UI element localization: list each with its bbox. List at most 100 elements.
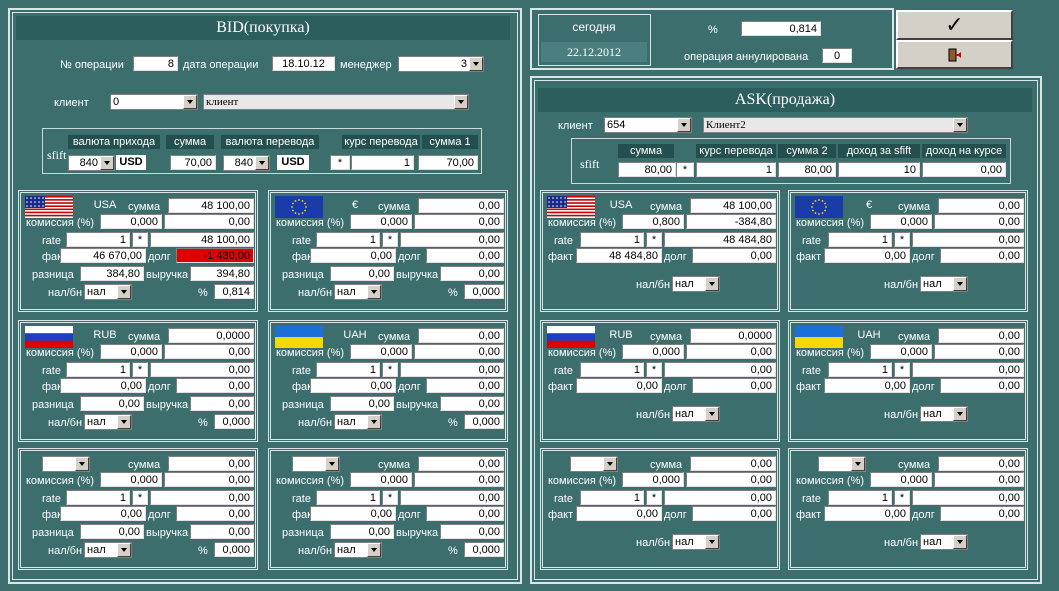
rate-value-field[interactable]: 0,00 bbox=[150, 362, 254, 377]
commission-pct-field[interactable]: 0,000 bbox=[350, 472, 412, 487]
payment-select[interactable]: нал bbox=[920, 534, 968, 550]
rate-value-field[interactable]: 0,00 bbox=[912, 362, 1024, 377]
pct-field[interactable]: 0,000 bbox=[214, 414, 254, 429]
commission-pct-field[interactable]: 0,000 bbox=[870, 214, 932, 229]
sum-field[interactable]: 0,00 bbox=[690, 456, 776, 471]
fact-field[interactable]: 0,00 bbox=[824, 506, 910, 521]
rate-field[interactable]: 1 bbox=[828, 490, 892, 505]
fact-field[interactable]: 0,00 bbox=[310, 378, 396, 393]
bid-sum-field[interactable]: 70,00 bbox=[170, 155, 216, 170]
debt-field[interactable]: 0,00 bbox=[426, 248, 504, 263]
ask-inc2-field[interactable]: 0,00 bbox=[922, 162, 1006, 177]
chevron-down-icon[interactable] bbox=[367, 285, 381, 299]
commission-pct-field[interactable]: 0,800 bbox=[622, 214, 684, 229]
sum-field[interactable]: 0,0000 bbox=[168, 328, 254, 343]
revenue-field[interactable]: 0,00 bbox=[440, 396, 504, 411]
debt-field[interactable]: 0,00 bbox=[940, 248, 1024, 263]
rate-value-field[interactable]: 0,00 bbox=[912, 232, 1024, 247]
chevron-down-icon[interactable] bbox=[117, 415, 131, 429]
commission-value-field[interactable]: 0,00 bbox=[934, 344, 1024, 359]
ask-currency-select[interactable] bbox=[570, 456, 618, 472]
chevron-down-icon[interactable] bbox=[851, 457, 865, 471]
rate-value-field[interactable]: 0,00 bbox=[400, 232, 504, 247]
debt-field[interactable]: 0,00 bbox=[692, 378, 776, 393]
ask-client-name-select[interactable]: Клиент2 bbox=[703, 117, 968, 133]
diff-field[interactable]: 0,00 bbox=[330, 266, 394, 281]
ask-currency-select[interactable] bbox=[818, 456, 866, 472]
chevron-down-icon[interactable] bbox=[953, 277, 967, 291]
debt-field[interactable]: 0,00 bbox=[176, 506, 254, 521]
pct-field[interactable]: 0,000 bbox=[464, 414, 504, 429]
fact-field[interactable]: 0,00 bbox=[824, 248, 910, 263]
sum-field[interactable]: 0,00 bbox=[418, 198, 504, 213]
op-no-field[interactable]: 8 bbox=[133, 56, 178, 71]
chevron-down-icon[interactable] bbox=[953, 535, 967, 549]
commission-pct-field[interactable]: 0,000 bbox=[622, 472, 684, 487]
rate-field[interactable]: 1 bbox=[580, 362, 644, 377]
commission-pct-field[interactable]: 0,000 bbox=[350, 214, 412, 229]
sum-field[interactable]: 0,00 bbox=[418, 328, 504, 343]
sum-field[interactable]: 48 100,00 bbox=[168, 198, 254, 213]
rate-field[interactable]: 1 bbox=[66, 490, 130, 505]
chevron-down-icon[interactable] bbox=[117, 543, 131, 557]
fact-field[interactable]: 0,00 bbox=[576, 506, 662, 521]
rate-field[interactable]: 1 bbox=[316, 362, 380, 377]
pct-field[interactable]: 0,000 bbox=[214, 542, 254, 557]
bid-client-id-select[interactable]: 0 bbox=[110, 94, 198, 110]
rate-value-field[interactable]: 0,00 bbox=[664, 362, 776, 377]
chevron-down-icon[interactable] bbox=[953, 407, 967, 421]
chevron-down-icon[interactable] bbox=[705, 535, 719, 549]
rate-value-field[interactable]: 0,00 bbox=[912, 490, 1024, 505]
diff-field[interactable]: 0,00 bbox=[80, 396, 144, 411]
commission-value-field[interactable]: 0,00 bbox=[414, 472, 504, 487]
payment-select[interactable]: нал bbox=[672, 276, 720, 292]
diff-field[interactable]: 0,00 bbox=[330, 396, 394, 411]
rate-field[interactable]: 1 bbox=[828, 362, 892, 377]
rate-value-field[interactable]: 0,00 bbox=[150, 490, 254, 505]
fact-field[interactable]: 0,00 bbox=[60, 378, 146, 393]
rate-field[interactable]: 1 bbox=[66, 232, 130, 247]
commission-value-field[interactable]: 0,00 bbox=[164, 472, 254, 487]
payment-select[interactable]: нал bbox=[920, 276, 968, 292]
revenue-field[interactable]: 0,00 bbox=[440, 266, 504, 281]
rate-field[interactable]: 1 bbox=[580, 490, 644, 505]
commission-pct-field[interactable]: 0,000 bbox=[100, 472, 162, 487]
ask-inc1-field[interactable]: 10 bbox=[838, 162, 920, 177]
payment-select[interactable]: нал bbox=[672, 534, 720, 550]
commission-value-field[interactable]: -384,80 bbox=[686, 214, 776, 229]
ask-rate-field[interactable]: 1 bbox=[696, 162, 776, 177]
chevron-down-icon[interactable] bbox=[117, 285, 131, 299]
commission-pct-field[interactable]: 0,000 bbox=[350, 344, 412, 359]
fact-field[interactable]: 46 670,00 bbox=[60, 248, 146, 263]
debt-field[interactable]: -1 430,00 bbox=[176, 248, 254, 263]
chevron-down-icon[interactable] bbox=[677, 118, 691, 132]
chevron-down-icon[interactable] bbox=[469, 57, 483, 71]
rate-value-field[interactable]: 48 484,80 bbox=[664, 232, 776, 247]
op-date-field[interactable]: 18.10.12 bbox=[272, 56, 335, 71]
manager-select[interactable]: 3 bbox=[398, 56, 484, 72]
fact-field[interactable]: 0,00 bbox=[824, 378, 910, 393]
chevron-down-icon[interactable] bbox=[705, 407, 719, 421]
commission-value-field[interactable]: 0,00 bbox=[414, 344, 504, 359]
rate-field[interactable]: 1 bbox=[316, 232, 380, 247]
bid-in-code-select[interactable]: 840 bbox=[68, 155, 115, 171]
debt-field[interactable]: 0,00 bbox=[692, 248, 776, 263]
diff-field[interactable]: 384,80 bbox=[80, 266, 144, 281]
payment-select[interactable]: нал bbox=[84, 284, 132, 300]
bid-currency-select[interactable] bbox=[42, 456, 90, 472]
pct-field[interactable]: 0,000 bbox=[464, 284, 504, 299]
debt-field[interactable]: 0,00 bbox=[426, 378, 504, 393]
commission-value-field[interactable]: 0,00 bbox=[934, 214, 1024, 229]
debt-field[interactable]: 0,00 bbox=[426, 506, 504, 521]
sum-field[interactable]: 0,0000 bbox=[690, 328, 776, 343]
ask-sum-field[interactable]: 80,00 bbox=[618, 162, 676, 177]
chevron-down-icon[interactable] bbox=[454, 95, 468, 109]
pct-field[interactable]: 0,000 bbox=[464, 542, 504, 557]
payment-select[interactable]: нал bbox=[920, 406, 968, 422]
bid-client-name-select[interactable]: клиент bbox=[203, 94, 469, 110]
commission-pct-field[interactable]: 0,000 bbox=[870, 472, 932, 487]
chevron-down-icon[interactable] bbox=[255, 156, 269, 170]
debt-field[interactable]: 0,00 bbox=[692, 506, 776, 521]
sum-field[interactable]: 0,00 bbox=[938, 328, 1024, 343]
fact-field[interactable]: 48 484,80 bbox=[576, 248, 662, 263]
